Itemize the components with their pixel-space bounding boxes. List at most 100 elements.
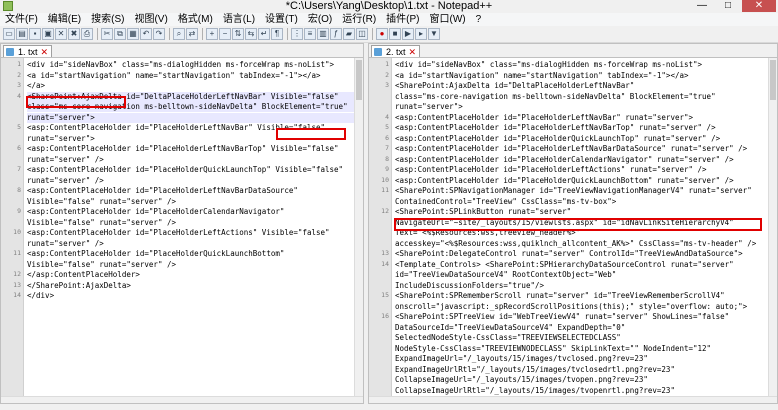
- right-horizontal-scrollbar[interactable]: [369, 396, 777, 403]
- open-icon[interactable]: ▤: [16, 28, 28, 40]
- code-line: <asp:ContentPlaceHolder id="PlaceHolderL…: [27, 228, 330, 237]
- right-editor-pane[interactable]: 2. txt ✕ 1 2 3 4 5 6 7 8 9 10 11 12 13 14 15 16 <div id=…: [368, 43, 778, 404]
- code-line: <asp:ContentPlaceHolder id="PlaceHolderC…: [395, 154, 734, 164]
- menu-item[interactable]: 文件(F): [0, 13, 43, 26]
- code-line: ExpandImageUrl="/_layouts/15/images/tvcl…: [395, 354, 648, 363]
- maximize-button[interactable]: □: [716, 0, 740, 12]
- code-line: <SharePoint:DelegateControl runat="serve…: [395, 249, 743, 258]
- menu-item[interactable]: ?: [471, 13, 487, 26]
- play-multi-icon[interactable]: ▸: [415, 28, 427, 40]
- code-line: Visible="false" runat="server" />: [27, 196, 177, 206]
- line-number: 8: [385, 154, 389, 163]
- replace-icon[interactable]: ⇄: [186, 28, 198, 40]
- folder-icon[interactable]: ▰: [343, 28, 355, 40]
- sync-h-icon[interactable]: ⇆: [245, 28, 257, 40]
- code-line: runat="server">: [27, 112, 363, 123]
- left-horizontal-scrollbar[interactable]: [1, 396, 363, 403]
- tab-label: 2. txt: [386, 47, 406, 57]
- tab-label: 1. txt: [18, 47, 38, 57]
- highlight-box-spnavigationmanager: [394, 218, 762, 231]
- line-number: 4: [385, 112, 389, 121]
- code-line: id="TreeViewDataSourceV4" RootContextObj…: [395, 270, 617, 279]
- line-number: 11: [13, 249, 21, 257]
- line-number: 9: [17, 207, 21, 215]
- code-line: Visible="false" runat="server" />: [27, 259, 177, 269]
- menu-item[interactable]: 编辑(E): [43, 13, 86, 26]
- highlight-box-sidenavbox: [26, 96, 126, 108]
- menu-bar: 文件(F) 编辑(E) 搜索(S) 视图(V) 格式(M) 语言(L) 设置(T) 宏(O) 运…: [0, 13, 778, 26]
- code-line: IncludeDiscussionFolders="true"/>: [395, 280, 545, 290]
- monitor-icon[interactable]: ◫: [356, 28, 368, 40]
- scroll-thumb[interactable]: [770, 60, 776, 100]
- code-line: <asp:ContentPlaceHolder id="PlaceHolderL…: [395, 165, 707, 174]
- doc-map-icon[interactable]: ▥: [317, 28, 329, 40]
- play-icon[interactable]: ▶: [402, 28, 414, 40]
- code-line: CollapseImageUrl="/_layouts/15/images/tv…: [395, 375, 648, 384]
- close-all-icon[interactable]: ✖: [68, 28, 80, 40]
- sync-v-icon[interactable]: ⇅: [232, 28, 244, 40]
- line-number: 9: [385, 165, 389, 173]
- menu-item[interactable]: 窗口(W): [425, 13, 471, 26]
- copy-icon[interactable]: ⧉: [114, 28, 126, 40]
- save-all-icon[interactable]: ▣: [42, 28, 54, 40]
- find-icon[interactable]: ⌕: [173, 28, 185, 40]
- record-icon[interactable]: ●: [376, 28, 388, 40]
- line-number: 7: [385, 144, 389, 152]
- tab-2-txt[interactable]: 2. txt ✕: [371, 45, 421, 57]
- close-tab-icon[interactable]: ✕: [409, 47, 417, 57]
- scroll-thumb[interactable]: [356, 60, 362, 100]
- cut-icon[interactable]: ✂: [101, 28, 113, 40]
- line-number: 5: [385, 123, 389, 131]
- menu-item[interactable]: 运行(R): [337, 13, 381, 26]
- stop-icon[interactable]: ■: [389, 28, 401, 40]
- code-line: <asp:ContentPlaceHolder id="PlaceHolderL…: [395, 123, 716, 132]
- code-line: class="ms-core-navigation ms-belltown-si…: [395, 91, 716, 101]
- save-macro-icon[interactable]: ▼: [428, 28, 440, 40]
- menu-item[interactable]: 格式(M): [173, 13, 218, 26]
- menu-item[interactable]: 搜索(S): [86, 13, 129, 26]
- menu-item[interactable]: 语言(L): [218, 13, 260, 26]
- minimize-button[interactable]: —: [690, 0, 714, 12]
- zoom-in-icon[interactable]: +: [206, 28, 218, 40]
- redo-icon[interactable]: ↷: [153, 28, 165, 40]
- func-list-icon[interactable]: ƒ: [330, 28, 342, 40]
- undo-icon[interactable]: ↶: [140, 28, 152, 40]
- menu-item[interactable]: 插件(P): [381, 13, 424, 26]
- close-icon[interactable]: ✕: [55, 28, 67, 40]
- code-line: <asp:ContentPlaceHolder id="PlaceHolderL…: [395, 144, 748, 153]
- close-tab-icon[interactable]: ✕: [41, 47, 49, 57]
- menu-item[interactable]: 宏(O): [303, 13, 337, 26]
- paste-icon[interactable]: ▦: [127, 28, 139, 40]
- new-icon[interactable]: ▭: [3, 28, 15, 40]
- code-line: <SharePoint:SPTreeView id="WebTreeViewV4…: [395, 312, 730, 321]
- code-line: runat="server" />: [27, 175, 104, 185]
- all-chars-icon[interactable]: ¶: [271, 28, 283, 40]
- line-number: 1: [17, 60, 21, 68]
- line-number: 7: [17, 165, 21, 173]
- code-line: <asp:ContentPlaceHolder id="PlaceHolderL…: [395, 112, 694, 122]
- line-number: 1: [385, 60, 389, 68]
- left-vertical-scrollbar[interactable]: [354, 58, 363, 403]
- indent-guide-icon[interactable]: ⋮: [291, 28, 303, 40]
- lang-icon[interactable]: ≡: [304, 28, 316, 40]
- line-number: 6: [385, 133, 389, 142]
- toolbar-separator: [169, 28, 170, 40]
- menu-item[interactable]: 视图(V): [129, 13, 172, 26]
- close-window-button[interactable]: ✕: [742, 0, 776, 12]
- code-line: </a>: [27, 81, 46, 90]
- save-icon[interactable]: ▪: [29, 28, 41, 40]
- menu-item[interactable]: 设置(T): [260, 13, 303, 26]
- window-controls: — □ ✕: [690, 0, 776, 12]
- line-number: 2: [385, 70, 389, 79]
- right-vertical-scrollbar[interactable]: [768, 58, 777, 403]
- left-editor-pane[interactable]: 1. txt ✕ 1 2 3 4 5 6 7 8 9 10 11 12 13 14 <div id="sid…: [0, 43, 364, 404]
- print-icon[interactable]: ⎙: [81, 28, 93, 40]
- wrap-icon[interactable]: ↵: [258, 28, 270, 40]
- code-line: <asp:ContentPlaceHolder id="PlaceHolderQ…: [395, 175, 734, 185]
- line-number: 6: [17, 144, 21, 152]
- code-line: <a id="startNavigation" name="startNavig…: [395, 70, 689, 80]
- tab-1-txt[interactable]: 1. txt ✕: [3, 45, 53, 57]
- zoom-out-icon[interactable]: −: [219, 28, 231, 40]
- line-number: 2: [17, 70, 21, 79]
- left-code-area[interactable]: <div id="sideNavBox" class="ms-dialogHid…: [27, 58, 363, 403]
